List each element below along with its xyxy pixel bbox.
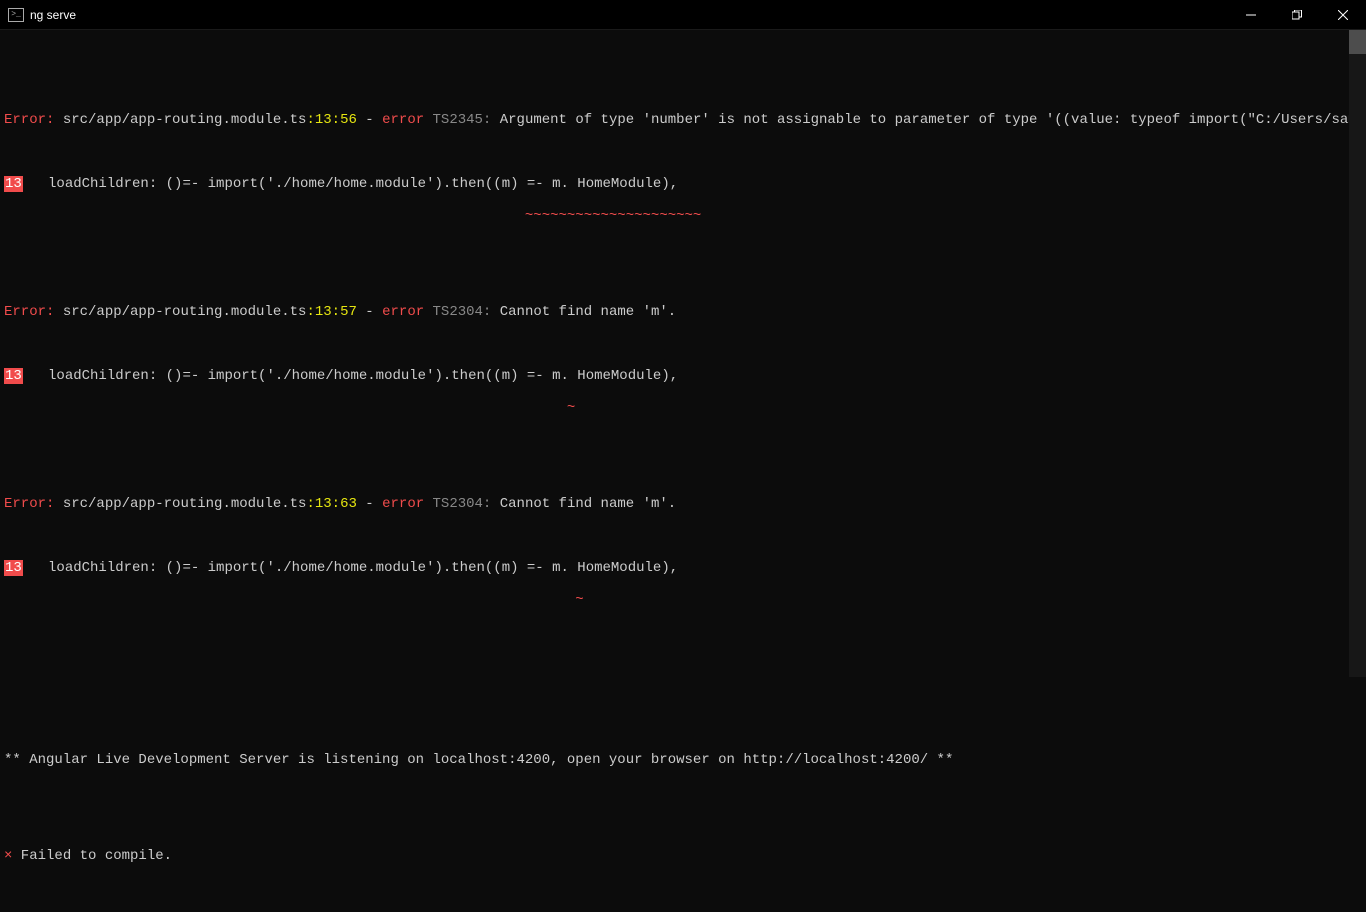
error-separator: - (357, 112, 382, 128)
blank-line (4, 144, 1366, 160)
code-text: loadChildren: ()=- import('./home/home.m… (23, 560, 678, 576)
code-text: loadChildren: ()=- import('./home/home.m… (23, 368, 678, 384)
minimize-icon (1246, 10, 1256, 20)
close-button[interactable] (1320, 0, 1366, 29)
blank-line (4, 688, 1366, 704)
blank-line (4, 240, 1366, 256)
tilde-line: ~~~~~~~~~~~~~~~~~~~~~ (4, 208, 1366, 224)
tilde-marker: ~~~~~~~~~~~~~~~~~~~~~ (525, 208, 701, 224)
blank-line (4, 336, 1366, 352)
error-word: error (382, 496, 424, 512)
error-label: Error: (4, 112, 54, 128)
error-path: src/app/app-routing.module.ts (54, 496, 306, 512)
tilde-line: ~ (4, 592, 1366, 608)
error-location: :13:56 (306, 112, 356, 128)
error-word: error (382, 112, 424, 128)
blank-line (4, 48, 1366, 64)
blank-line (4, 80, 1366, 96)
terminal-output[interactable]: Error: src/app/app-routing.module.ts:13:… (0, 30, 1366, 677)
error-label: Error: (4, 496, 54, 512)
window-title: ng serve (30, 8, 76, 22)
tilde-pad (4, 400, 567, 416)
error-header: Error: src/app/app-routing.module.ts:13:… (4, 304, 1366, 320)
code-line: 13 loadChildren: ()=- import('./home/hom… (4, 560, 1366, 576)
close-icon (1338, 10, 1348, 20)
blank-line (4, 720, 1366, 736)
fail-x-icon: × (4, 848, 12, 864)
error-code: TS2345: (424, 112, 491, 128)
code-line: 13 loadChildren: ()=- import('./home/hom… (4, 176, 1366, 192)
maximize-button[interactable] (1274, 0, 1320, 29)
titlebar-left: >_ ng serve (8, 8, 76, 22)
tilde-pad (4, 208, 525, 224)
error-location: :13:57 (306, 304, 356, 320)
blank-line (4, 624, 1366, 640)
error-path: src/app/app-routing.module.ts (54, 112, 306, 128)
error-code: TS2304: (424, 304, 491, 320)
tilde-pad (4, 592, 575, 608)
maximize-icon (1292, 10, 1302, 20)
error-message: Argument of type 'number' is not assigna… (491, 112, 1366, 128)
error-separator: - (357, 496, 382, 512)
blank-line (4, 528, 1366, 544)
error-message: Cannot find name 'm'. (491, 496, 676, 512)
error-message: Cannot find name 'm'. (491, 304, 676, 320)
error-separator: - (357, 304, 382, 320)
compile-fail: × Failed to compile. (4, 848, 1366, 864)
line-number: 13 (4, 368, 23, 384)
blank-line (4, 816, 1366, 832)
minimize-button[interactable] (1228, 0, 1274, 29)
blank-line (4, 656, 1366, 672)
line-number: 13 (4, 560, 23, 576)
scrollbar-thumb[interactable] (1349, 30, 1366, 54)
fail-message: Failed to compile. (12, 848, 172, 864)
error-header: Error: src/app/app-routing.module.ts:13:… (4, 496, 1366, 512)
terminal-icon: >_ (8, 8, 24, 22)
error-header: Error: src/app/app-routing.module.ts:13:… (4, 112, 1366, 128)
window-titlebar: >_ ng serve (0, 0, 1366, 30)
error-code: TS2304: (424, 496, 491, 512)
tilde-marker: ~ (575, 592, 583, 608)
error-label: Error: (4, 304, 54, 320)
code-line: 13 loadChildren: ()=- import('./home/hom… (4, 368, 1366, 384)
blank-line (4, 464, 1366, 480)
error-location: :13:63 (306, 496, 356, 512)
blank-line (4, 784, 1366, 800)
blank-line (4, 272, 1366, 288)
window-controls (1228, 0, 1366, 29)
error-word: error (382, 304, 424, 320)
tilde-line: ~ (4, 400, 1366, 416)
error-path: src/app/app-routing.module.ts (54, 304, 306, 320)
blank-line (4, 432, 1366, 448)
code-text: loadChildren: ()=- import('./home/home.m… (23, 176, 678, 192)
scrollbar-track[interactable] (1349, 30, 1366, 677)
tilde-marker: ~ (567, 400, 575, 416)
line-number: 13 (4, 176, 23, 192)
dev-server-info: ** Angular Live Development Server is li… (4, 752, 1366, 768)
